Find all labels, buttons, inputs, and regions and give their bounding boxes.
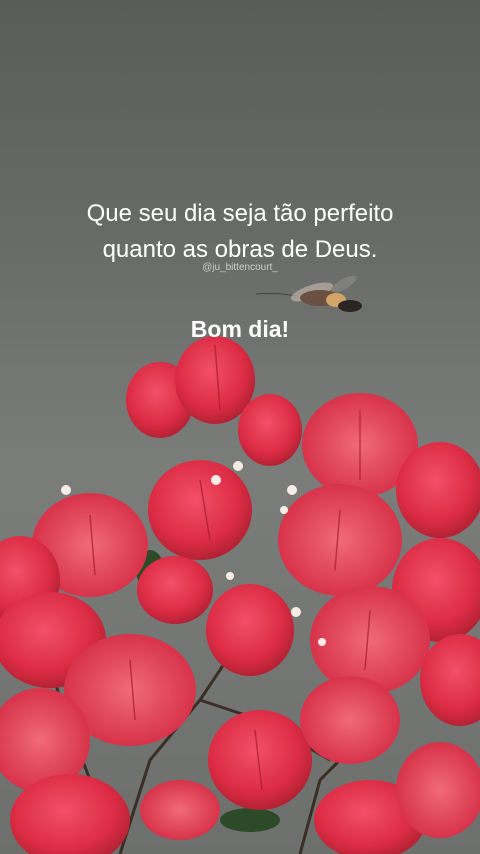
greeting-text: Bom dia! (190, 316, 290, 342)
hummingbird-moth-icon (256, 275, 362, 312)
bougainvillea-flowers-image (0, 336, 480, 854)
quote-caption: Que seu dia seja tão perfeito quanto as … (0, 196, 480, 268)
watermark-handle: @ju_bittencourt_ (202, 262, 278, 273)
quote-line-1: Que seu dia seja tão perfeito (86, 200, 394, 227)
